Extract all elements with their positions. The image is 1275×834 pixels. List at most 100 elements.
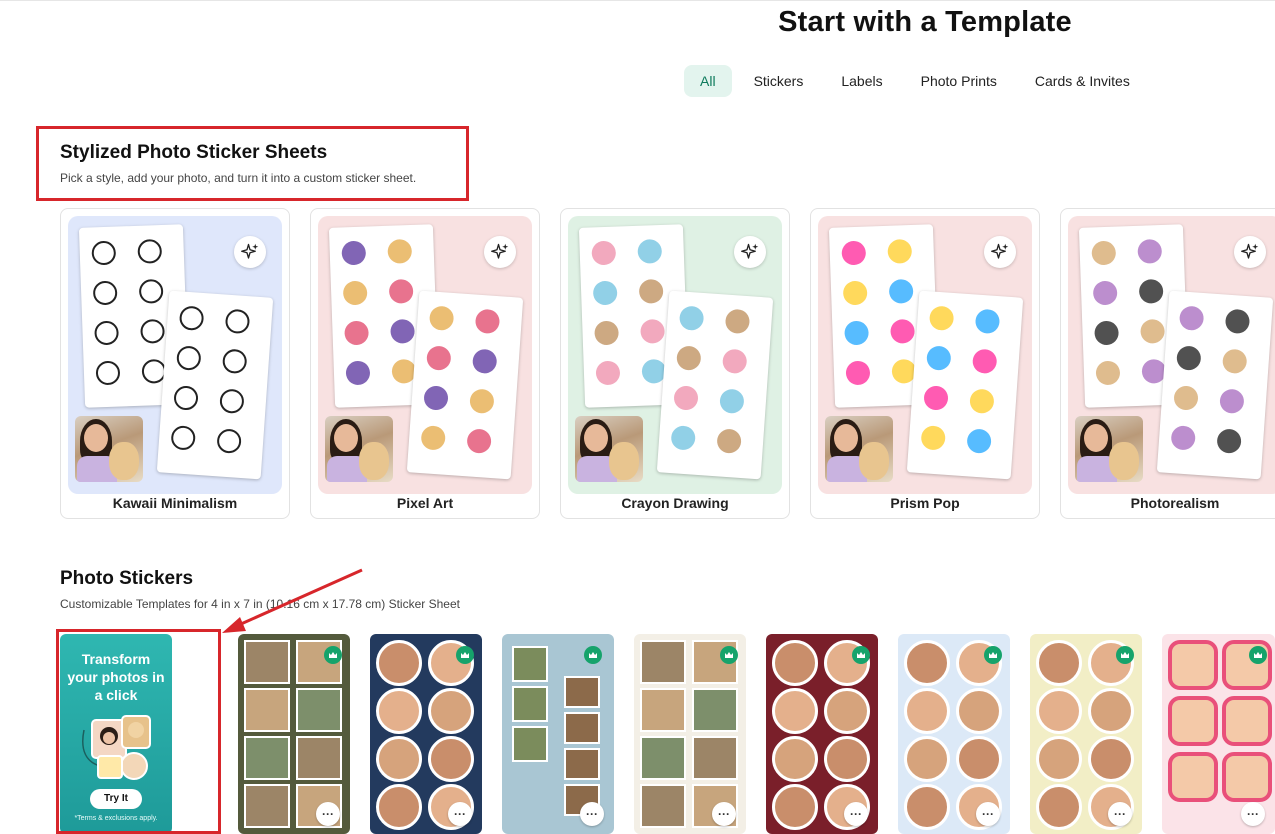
template-card-animal-hats-blue[interactable]: ··· bbox=[898, 634, 1010, 834]
sparkle-icon[interactable] bbox=[984, 236, 1016, 268]
sticker-illustration bbox=[591, 240, 617, 266]
more-options-button[interactable]: ··· bbox=[1108, 802, 1132, 826]
tab-labels[interactable]: Labels bbox=[825, 65, 898, 97]
premium-crown-icon bbox=[584, 646, 602, 664]
tab-cards-invites[interactable]: Cards & Invites bbox=[1019, 65, 1146, 97]
style-card-pixel-art[interactable]: Pixel Art bbox=[310, 208, 540, 519]
sticker-sheet-front bbox=[656, 290, 774, 480]
tab-stickers[interactable]: Stickers bbox=[738, 65, 820, 97]
sticker-sheet-front bbox=[906, 290, 1024, 480]
template-card-circle-maroon[interactable]: ··· bbox=[766, 634, 878, 834]
sticker-illustration bbox=[342, 280, 368, 306]
sparkle-icon[interactable] bbox=[734, 236, 766, 268]
sparkle-icon[interactable] bbox=[1234, 236, 1266, 268]
more-options-button[interactable]: ··· bbox=[580, 802, 604, 826]
sticker-illustration bbox=[390, 318, 415, 344]
template-photo-slot bbox=[564, 748, 600, 780]
template-photo-slot bbox=[1036, 736, 1082, 782]
template-photo-slot bbox=[904, 784, 950, 830]
style-card-kawaii-minimalism[interactable]: Kawaii Minimalism bbox=[60, 208, 290, 519]
sticker-illustration bbox=[971, 348, 998, 375]
style-card-prism-pop[interactable]: Prism Pop bbox=[810, 208, 1040, 519]
template-photo-slot bbox=[1168, 640, 1218, 690]
sticker-illustration bbox=[428, 305, 455, 332]
template-photo-slot bbox=[564, 676, 600, 708]
template-photo-slot bbox=[244, 784, 290, 828]
template-photo-slot bbox=[428, 688, 474, 734]
sticker-illustration bbox=[721, 348, 748, 375]
style-preview-image bbox=[818, 216, 1032, 494]
sticker-illustration bbox=[887, 238, 913, 264]
sticker-illustration bbox=[471, 348, 498, 375]
sticker-illustration bbox=[716, 428, 742, 454]
sticker-illustration bbox=[719, 388, 745, 415]
sticker-illustration bbox=[388, 278, 414, 304]
sticker-illustration bbox=[841, 240, 867, 266]
more-options-button[interactable]: ··· bbox=[1241, 802, 1265, 826]
premium-crown-icon bbox=[852, 646, 870, 664]
style-preview-image bbox=[568, 216, 782, 494]
template-photo-slot bbox=[772, 784, 818, 830]
sticker-illustration bbox=[678, 305, 705, 332]
sticker-illustration bbox=[890, 318, 915, 344]
tab-photo-prints[interactable]: Photo Prints bbox=[905, 65, 1013, 97]
sticker-illustration bbox=[344, 320, 369, 346]
sticker-illustration bbox=[1176, 345, 1202, 371]
template-card-square-frames-cream[interactable]: ··· bbox=[634, 634, 746, 834]
more-options-button[interactable]: ··· bbox=[448, 802, 472, 826]
source-photo-thumbnail bbox=[575, 416, 643, 482]
template-card-polaroid-green[interactable]: ··· bbox=[238, 634, 350, 834]
template-card-wavy-frame-pink[interactable]: ··· bbox=[1162, 634, 1275, 834]
sticker-illustration bbox=[140, 318, 165, 344]
sticker-illustration bbox=[1219, 388, 1245, 415]
more-options-button[interactable]: ··· bbox=[844, 802, 868, 826]
sticker-illustration bbox=[845, 360, 871, 386]
template-photo-slot bbox=[376, 640, 422, 686]
sticker-illustration bbox=[594, 320, 619, 346]
source-photo-thumbnail bbox=[825, 416, 893, 482]
photo-stickers-title: Photo Stickers bbox=[60, 568, 194, 589]
template-photo-slot bbox=[1168, 752, 1218, 802]
template-photo-slot bbox=[904, 688, 950, 734]
more-options-button[interactable]: ··· bbox=[712, 802, 736, 826]
sticker-illustration bbox=[345, 360, 371, 386]
template-card-filmstrip-blue[interactable]: ··· bbox=[502, 634, 614, 834]
template-photo-slot bbox=[640, 784, 686, 828]
tab-all[interactable]: All bbox=[684, 65, 732, 97]
more-options-button[interactable]: ··· bbox=[976, 802, 1000, 826]
style-preview-image bbox=[68, 216, 282, 494]
style-card-photorealism[interactable]: Photorealism bbox=[1060, 208, 1275, 519]
sticker-illustration bbox=[469, 388, 495, 415]
sticker-illustration bbox=[966, 428, 992, 454]
sticker-illustration bbox=[1216, 428, 1242, 454]
sticker-illustration bbox=[670, 425, 697, 451]
sticker-illustration bbox=[224, 308, 251, 335]
sticker-illustration bbox=[1178, 305, 1205, 332]
template-photo-slot bbox=[772, 736, 818, 782]
premium-crown-icon bbox=[1249, 646, 1267, 664]
annotation-promo-frame bbox=[56, 629, 221, 834]
sticker-illustration bbox=[844, 320, 869, 346]
sticker-illustration bbox=[920, 425, 947, 451]
style-preview-image bbox=[318, 216, 532, 494]
style-card-label: Kawaii Minimalism bbox=[112, 495, 238, 511]
more-options-button[interactable]: ··· bbox=[316, 802, 340, 826]
template-photo-slot bbox=[692, 736, 738, 780]
template-photo-slot bbox=[1036, 688, 1082, 734]
premium-crown-icon bbox=[720, 646, 738, 664]
sticker-illustration bbox=[426, 345, 452, 371]
sticker-illustration bbox=[969, 388, 995, 415]
sparkle-icon[interactable] bbox=[234, 236, 266, 268]
template-photo-slot bbox=[512, 726, 548, 762]
sticker-illustration bbox=[387, 238, 413, 264]
style-card-crayon-drawing[interactable]: Crayon Drawing bbox=[560, 208, 790, 519]
template-card-circle-squiggle-yellow[interactable]: ··· bbox=[1030, 634, 1142, 834]
sticker-sheet-front bbox=[156, 290, 274, 480]
template-card-circle-navy-check[interactable]: ··· bbox=[370, 634, 482, 834]
photo-stickers-subtitle: Customizable Templates for 4 in x 7 in (… bbox=[60, 597, 460, 611]
template-photo-slot bbox=[956, 688, 1002, 734]
template-photo-slot bbox=[1222, 640, 1272, 690]
sparkle-icon[interactable] bbox=[484, 236, 516, 268]
template-photo-slot bbox=[956, 736, 1002, 782]
sticker-sheet-front bbox=[1156, 290, 1274, 480]
